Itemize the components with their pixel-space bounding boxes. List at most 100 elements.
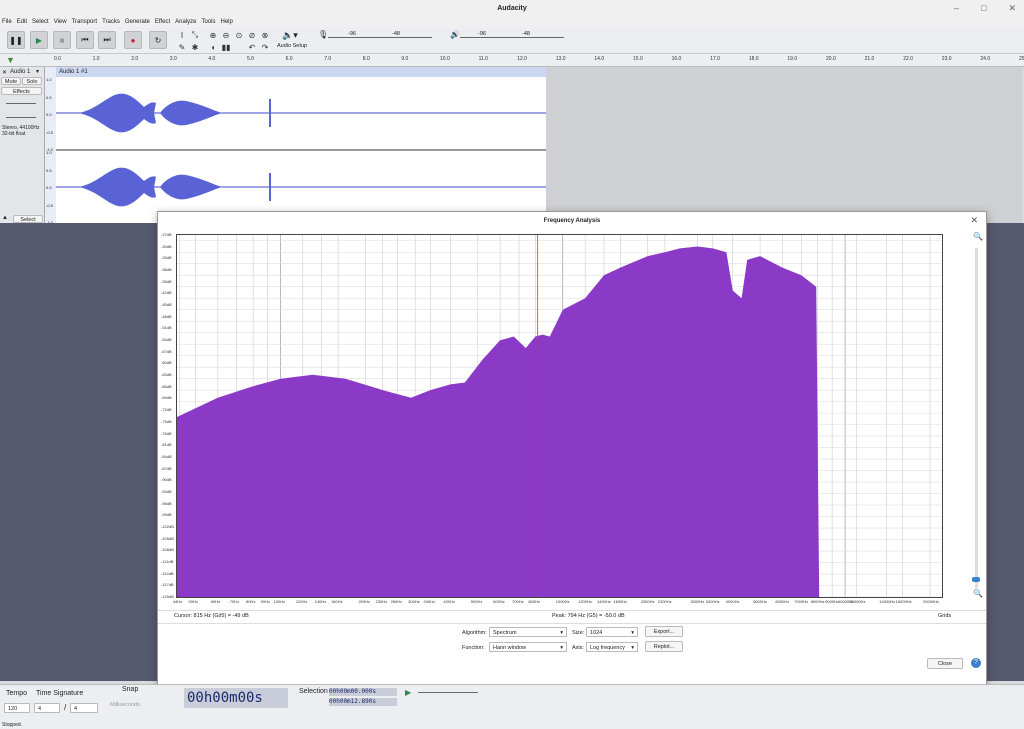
zoom-slider-thumb[interactable] [972,577,980,582]
x-tick-label: 44Hz [172,599,183,604]
y-tick-label: -81dB [161,442,172,448]
maximize-icon[interactable]: □ [981,3,986,14]
menu-bar: File Edit Select View Transport Tracks Generat… [0,17,1024,27]
pause-button[interactable]: ❚❚ [7,31,25,49]
ts-denominator[interactable]: 4 [70,703,98,713]
loop-button[interactable]: ↻ [149,31,167,49]
menu-effect[interactable]: Effect [155,17,170,27]
track-menu-icon[interactable]: ▾ [36,68,39,75]
speaker-icon[interactable]: 🔈▾ [282,30,298,41]
playback-meter[interactable] [460,37,564,41]
ruler-tick: 3.0 [169,56,177,62]
y-tick-label: -51dB [161,325,172,331]
y-tick-label: -30dB [161,243,172,249]
snap-label: Snap [122,686,139,693]
ruler-tick: 16.0 [671,56,682,62]
skip-start-button[interactable]: ⏮ [76,31,94,49]
tempo-label: Tempo [6,690,28,697]
spectrum-plot[interactable] [176,234,943,598]
status-bar-text: Stopped. [2,722,23,728]
axis-select[interactable]: Log frequency ▾ [586,642,638,652]
menu-generate[interactable]: Generate [125,17,150,27]
snap-select[interactable]: Milliseconds [110,702,140,708]
y-tick-label: -66dB [161,383,172,389]
menu-file[interactable]: File [2,17,12,27]
menu-analyze[interactable]: Analyze [175,17,196,27]
x-tick-label: 500Hz [470,599,483,604]
window-titlebar: Audacity [0,0,1024,17]
selection-tool-icon[interactable]: I [177,30,187,40]
x-tick-label: 600Hz [493,599,505,604]
dialog-close-icon[interactable]: ✕ [970,215,978,226]
play-at-speed-icon[interactable]: ▶ [405,688,411,697]
y-tick-label: -93dB [161,488,172,494]
ruler-tick: 22.0 [903,56,913,62]
y-tick-label: -114dB [161,570,174,576]
menu-tools[interactable]: Tools [201,17,215,27]
x-tick-label: 16000Hz [895,599,912,604]
zoom-out-icon[interactable]: ⊖ [221,30,231,40]
menu-tracks[interactable]: Tracks [102,17,120,27]
effects-button[interactable]: Effects [1,87,42,95]
x-tick-label: 11000Hz [849,599,866,604]
time-display[interactable]: 00h00m00s [184,688,288,708]
stop-button[interactable]: ■ [53,31,71,49]
menu-select[interactable]: Select [32,17,49,27]
fit-project-icon[interactable]: ⊘ [247,30,257,40]
y-tick-label: -105dB [161,535,174,541]
time-signature-label: Time Signature [36,690,84,697]
export-button[interactable]: Export... [645,626,683,637]
zoom-toggle-icon[interactable]: ⊗ [260,30,270,40]
grids-label[interactable]: Grids [938,613,951,619]
collapse-track-icon[interactable]: ▲ [2,215,8,221]
select-track-button[interactable]: Select [13,215,43,223]
skip-end-button[interactable]: ⏭ [98,31,116,49]
help-icon[interactable]: ? [971,658,981,668]
ruler-tick: 21.0 [864,56,875,62]
x-tick-label: 90Hz [260,599,270,604]
replot-button[interactable]: Replot... [645,641,683,652]
play-speed-slider[interactable] [418,692,478,693]
close-track-icon[interactable]: ✕ [2,69,7,76]
trim-icon[interactable]: ◖ [208,42,218,52]
recording-meter[interactable] [328,37,432,41]
zoom-in-freq-icon[interactable]: 🔍 [973,232,983,241]
solo-button[interactable]: Solo [22,77,42,85]
size-select[interactable]: 1024 ▾ [586,627,638,637]
envelope-tool-icon[interactable]: ⤡ [190,30,200,40]
audio-setup-label[interactable]: Audio Setup [277,43,307,49]
zoom-in-icon[interactable]: ⊕ [208,30,218,40]
ts-numerator[interactable]: 4 [34,703,60,713]
algorithm-select[interactable]: Spectrum ▾ [489,627,567,637]
x-tick-label: 60Hz [210,599,221,604]
close-button[interactable]: Close [927,658,963,669]
clip-title[interactable]: Audio 1 #1 [56,67,546,77]
selection-start[interactable]: 00h00m00.000s [329,688,397,696]
minimize-icon[interactable]: – [954,3,959,14]
menu-transport[interactable]: Transport [72,17,97,27]
multi-tool-icon[interactable]: ✱ [190,42,200,52]
tempo-input[interactable]: 120 [4,703,30,713]
undo-icon[interactable]: ↶ [247,42,257,52]
function-select[interactable]: Hann window ▾ [489,642,567,652]
selection-end[interactable]: 00h00m12.890s [329,698,397,706]
record-button[interactable]: ● [124,31,142,49]
play-button[interactable]: ▶ [30,31,48,49]
play-head-icon[interactable]: ▼ [6,55,15,65]
menu-help[interactable]: Help [220,17,232,27]
menu-edit[interactable]: Edit [17,17,27,27]
draw-tool-icon[interactable]: ✎ [177,42,187,52]
silence-icon[interactable]: ▮▮ [221,42,231,52]
y-tick-label: -39dB [161,278,172,284]
empty-track-area[interactable] [546,67,1022,223]
redo-icon[interactable]: ↷ [260,42,270,52]
close-window-icon[interactable]: ✕ [1008,3,1016,14]
zoom-slider-track[interactable] [975,248,978,588]
menu-view[interactable]: View [54,17,67,27]
mute-button[interactable]: Mute [1,77,21,85]
pan-slider[interactable] [6,117,36,118]
track-name[interactable]: Audio 1 [10,69,30,75]
gain-slider[interactable] [6,103,36,104]
zoom-out-freq-icon[interactable]: 🔍 [973,589,983,598]
fit-selection-icon[interactable]: ⊙ [234,30,244,40]
